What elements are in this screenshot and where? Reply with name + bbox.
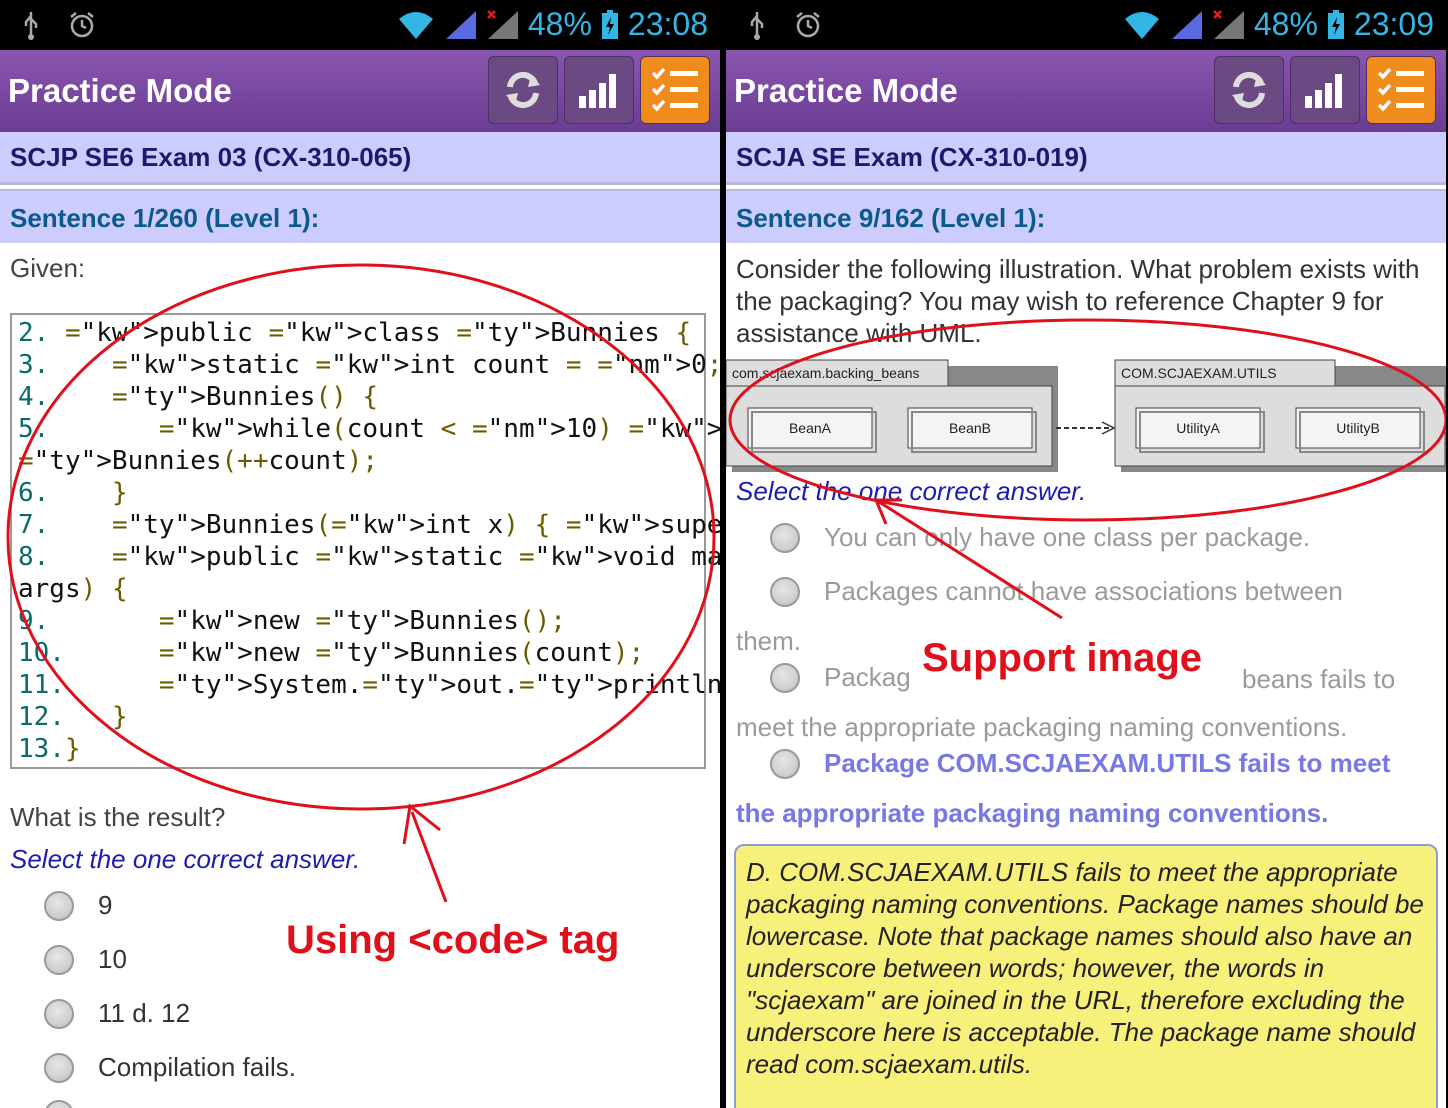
left-screen: 48% 23:08 Practice Mode SCJP SE6 Exam 03…: [0, 0, 720, 1108]
annotation-overlay: [728, 318, 1446, 620]
annotation-label: Using <code> tag: [286, 918, 620, 962]
annotation-label: Support image: [916, 636, 1209, 681]
right-screen: 48% 23:09 Practice Mode SCJA SE Exam (CX…: [726, 0, 1446, 1108]
